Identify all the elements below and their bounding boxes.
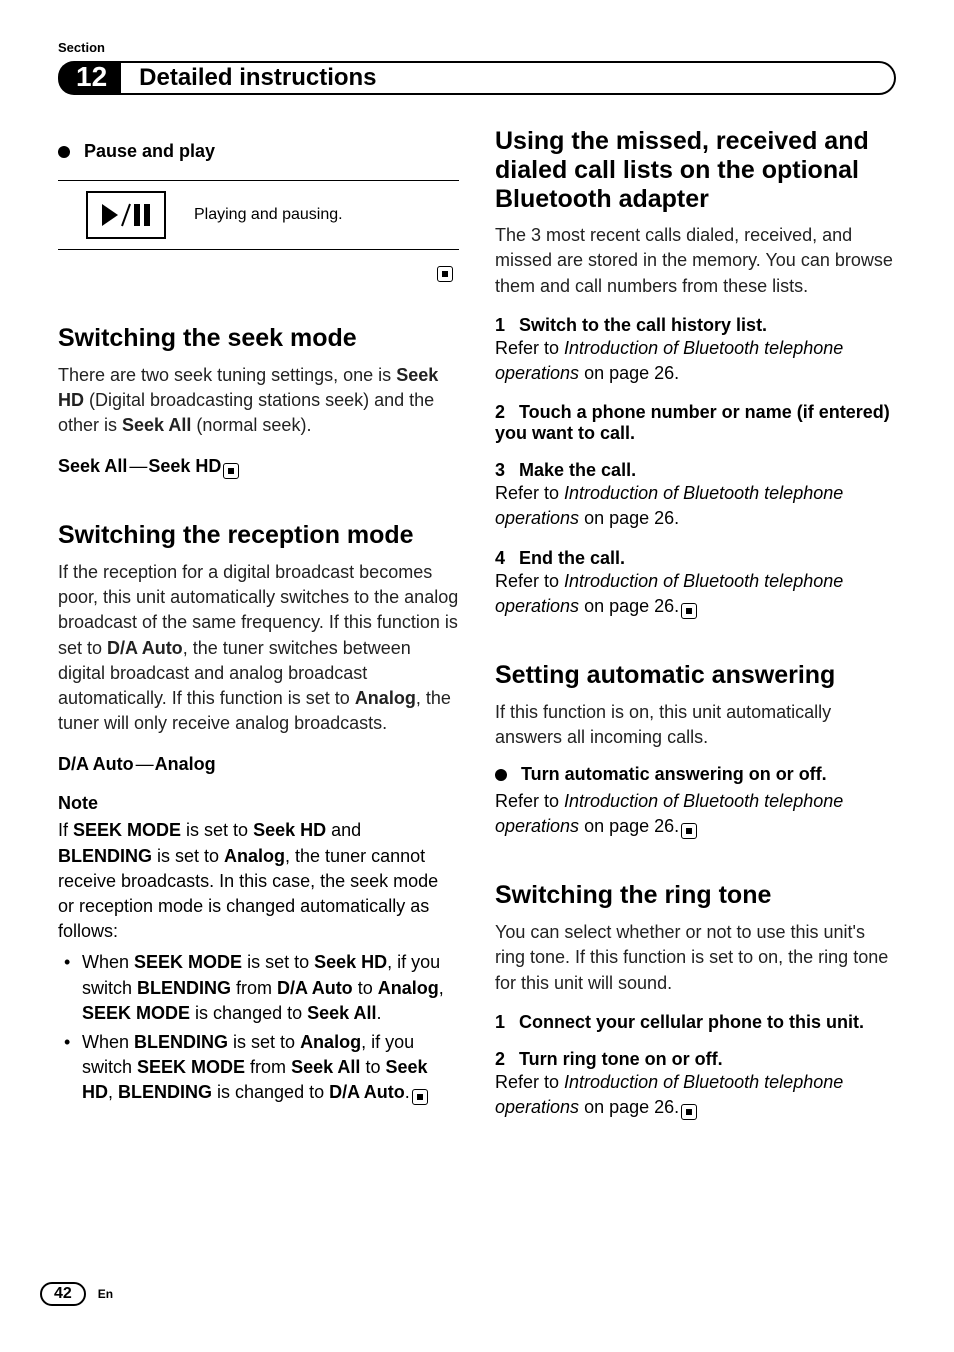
list-item: When BLENDING is set to Analog, if you s… bbox=[58, 1030, 459, 1106]
reception-options: D/A Auto—Analog bbox=[58, 754, 459, 775]
page-title: Detailed instructions bbox=[139, 64, 376, 92]
auto-answer-ref: Refer to Introduction of Bluetooth telep… bbox=[495, 789, 896, 839]
ring-step-2-head: 2Turn ring tone on or off. bbox=[495, 1049, 896, 1070]
note-list: When SEEK MODE is set to Seek HD, if you… bbox=[58, 950, 459, 1105]
step-1-ref: Refer to Introduction of Bluetooth telep… bbox=[495, 336, 896, 386]
pause-play-description: Playing and pausing. bbox=[194, 206, 343, 224]
section-end-icon bbox=[681, 603, 697, 619]
step-4-ref: Refer to Introduction of Bluetooth telep… bbox=[495, 569, 896, 619]
step-1-head: 1Switch to the call history list. bbox=[495, 315, 896, 336]
call-lists-heading: Using the missed, received and dialed ca… bbox=[495, 127, 896, 213]
auto-answer-intro: If this function is on, this unit automa… bbox=[495, 700, 896, 750]
seek-options: Seek All—Seek HD bbox=[58, 456, 459, 479]
seek-mode-heading: Switching the seek mode bbox=[58, 324, 459, 353]
auto-answer-bullet-label: Turn automatic answering on or off. bbox=[521, 764, 827, 785]
list-item: When SEEK MODE is set to Seek HD, if you… bbox=[58, 950, 459, 1026]
step-2-head: 2Touch a phone number or name (if entere… bbox=[495, 402, 896, 444]
page-language: En bbox=[98, 1287, 113, 1301]
pause-play-bullet: Pause and play bbox=[58, 141, 459, 162]
step-3-ref: Refer to Introduction of Bluetooth telep… bbox=[495, 481, 896, 531]
seek-mode-body: There are two seek tuning settings, one … bbox=[58, 363, 459, 439]
step-3-head: 3Make the call. bbox=[495, 460, 896, 481]
ring-tone-heading: Switching the ring tone bbox=[495, 881, 896, 910]
ring-tone-intro: You can select whether or not to use thi… bbox=[495, 920, 896, 996]
section-end-icon bbox=[412, 1089, 428, 1105]
section-end-icon bbox=[681, 823, 697, 839]
auto-answer-bullet: Turn automatic answering on or off. bbox=[495, 764, 896, 785]
section-label: Section bbox=[58, 40, 896, 55]
left-column: Pause and play Playing and pausing. Swit… bbox=[58, 123, 459, 1120]
bullet-dot-icon bbox=[495, 769, 507, 781]
reception-mode-body: If the reception for a digital broadcast… bbox=[58, 560, 459, 736]
page-header: 12 Detailed instructions bbox=[58, 61, 896, 95]
note-heading: Note bbox=[58, 793, 459, 814]
ring-step-2-ref: Refer to Introduction of Bluetooth telep… bbox=[495, 1070, 896, 1120]
pause-play-label: Pause and play bbox=[84, 141, 215, 162]
header-title-wrap: Detailed instructions bbox=[121, 61, 896, 95]
section-end-icon bbox=[437, 266, 453, 282]
right-column: Using the missed, received and dialed ca… bbox=[495, 123, 896, 1120]
section-end-icon bbox=[223, 463, 239, 479]
page-number-badge: 42 bbox=[40, 1282, 86, 1306]
auto-answer-heading: Setting automatic answering bbox=[495, 661, 896, 690]
note-body: If SEEK MODE is set to Seek HD and BLEND… bbox=[58, 818, 459, 944]
pause-play-key-row: Playing and pausing. bbox=[58, 180, 459, 250]
section-end-icon bbox=[681, 1104, 697, 1120]
section-number-badge: 12 bbox=[58, 61, 121, 95]
call-lists-intro: The 3 most recent calls dialed, received… bbox=[495, 223, 896, 299]
play-pause-key-icon bbox=[86, 191, 166, 239]
reception-mode-heading: Switching the reception mode bbox=[58, 521, 459, 550]
ring-step-1-head: 1Connect your cellular phone to this uni… bbox=[495, 1012, 896, 1033]
page-footer: 42 En bbox=[40, 1282, 113, 1306]
step-4-head: 4End the call. bbox=[495, 548, 896, 569]
bullet-dot-icon bbox=[58, 146, 70, 158]
